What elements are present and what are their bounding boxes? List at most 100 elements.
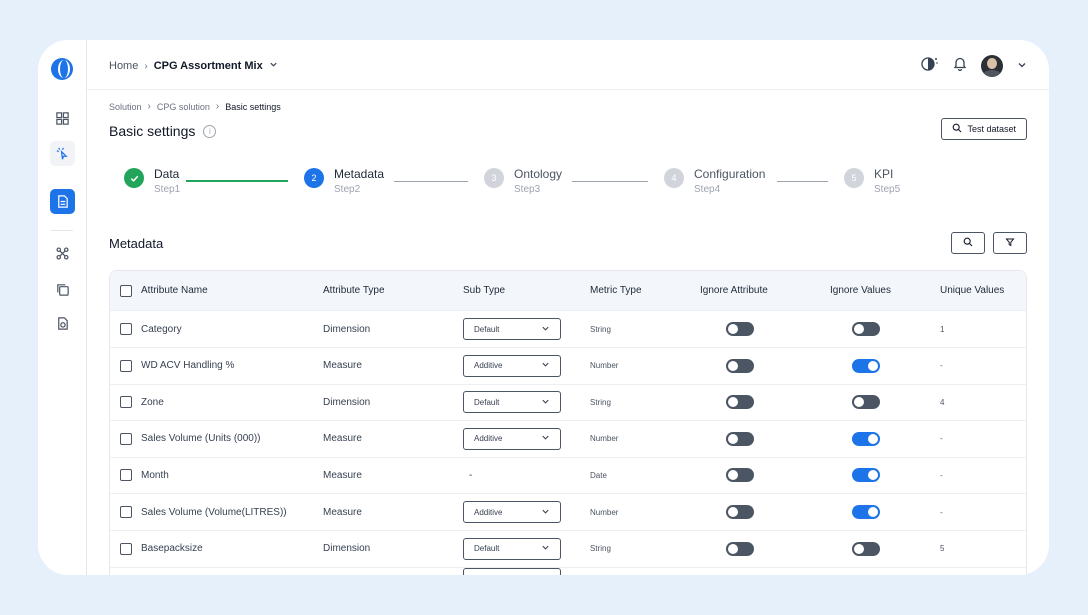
ignore-values-toggle[interactable] (852, 505, 880, 519)
ignore-attribute-toggle[interactable] (726, 322, 754, 336)
column-header[interactable]: Sub Type (463, 271, 505, 310)
sub-type-value: Default (474, 544, 500, 554)
ignore-attribute-toggle[interactable] (726, 358, 754, 373)
step-kpi[interactable]: 5 KPI Step5 (844, 167, 900, 195)
ignore-values-toggle[interactable] (852, 541, 880, 556)
chevron-down-icon (541, 433, 550, 444)
dashboard-grid-icon[interactable] (50, 106, 75, 131)
ignore-attribute-toggle[interactable] (726, 395, 754, 410)
ignore-attribute-toggle[interactable] (726, 505, 754, 519)
copy-pages-icon[interactable] (50, 277, 75, 302)
ignore-values-toggle[interactable] (852, 431, 880, 446)
row-checkbox[interactable] (120, 323, 132, 335)
row-checkbox[interactable] (120, 432, 132, 445)
table-search-button[interactable] (951, 232, 985, 254)
bell-icon[interactable] (953, 56, 967, 76)
column-header[interactable]: Ignore Attribute (700, 271, 768, 310)
spark-cursor-icon[interactable] (50, 141, 75, 166)
topbar-actions (921, 55, 1027, 77)
sub-type-select[interactable]: Additive (463, 501, 561, 523)
row-checkbox[interactable] (120, 359, 132, 372)
sub-type-select[interactable]: Additive (463, 354, 561, 377)
ignore-attribute-toggle[interactable] (726, 431, 754, 446)
sub-type-select[interactable]: Additive (463, 427, 561, 450)
search-icon (963, 234, 973, 252)
theme-toggle-icon[interactable] (921, 56, 939, 77)
column-header[interactable]: Unique Values (940, 271, 1004, 310)
breadcrumb-item-solution[interactable]: Solution (109, 102, 142, 112)
ignore-values-cell (852, 457, 880, 493)
ignore-attribute-toggle[interactable] (726, 468, 754, 483)
column-header[interactable]: Metric Type (590, 271, 642, 310)
project-selector[interactable]: CPG Assortment Mix (154, 60, 263, 72)
column-header[interactable]: Attribute Name (141, 271, 208, 310)
info-icon[interactable]: i (203, 124, 217, 138)
app-logo[interactable] (51, 58, 73, 80)
table-row: Sales Volume (Units (000)) Measure Additiv… (110, 421, 1026, 458)
metric-type: String (590, 544, 611, 554)
network-nodes-icon[interactable] (50, 241, 75, 266)
select-all-checkbox[interactable] (120, 284, 132, 297)
ignore-values-cell (852, 348, 880, 384)
step-number: 3 (484, 168, 504, 188)
report-file-icon[interactable] (50, 311, 75, 336)
page-title-text: Basic settings (109, 123, 196, 139)
row-select-cell (120, 531, 132, 567)
home-link[interactable]: Home (109, 60, 138, 72)
ignore-values-cell (852, 384, 880, 420)
chevron-down-icon (541, 507, 550, 518)
step-connector (186, 180, 288, 182)
step-configuration[interactable]: 4 Configuration Step4 (664, 167, 765, 195)
table-header-row: Attribute Name Attribute Type Sub Type M… (110, 271, 1026, 311)
filter-icon (1005, 234, 1015, 252)
row-checkbox[interactable] (120, 506, 132, 518)
table-row: Month Measure - Date - (110, 457, 1026, 495)
unique-values: 5 (940, 544, 945, 554)
ignore-attribute-cell (726, 384, 754, 420)
ignore-values-toggle[interactable] (852, 395, 880, 410)
row-checkbox[interactable] (120, 469, 132, 482)
unique-values: 4 (940, 397, 945, 407)
metric-type: String (590, 397, 611, 407)
sub-type-select[interactable] (463, 568, 561, 575)
ignore-attribute-toggle[interactable] (726, 541, 754, 556)
account-menu-chevron-icon[interactable] (1017, 57, 1027, 75)
row-checkbox[interactable] (120, 396, 132, 409)
sub-type-cell: Default (463, 531, 561, 567)
row-select-cell (120, 348, 132, 384)
attribute-name: WD ACV Handling % (141, 360, 235, 372)
step-data[interactable]: Data Step1 (124, 167, 180, 195)
sub-type-value: Additive (474, 434, 503, 444)
sub-type-select[interactable]: Default (463, 318, 561, 340)
row-select-cell (120, 457, 132, 493)
metric-type: String (590, 324, 611, 334)
sub-type-select[interactable]: Default (463, 391, 561, 414)
breadcrumb-item-cpg-solution[interactable]: CPG solution (157, 102, 210, 112)
step-ontology[interactable]: 3 Ontology Step3 (484, 167, 562, 195)
ignore-attribute-cell (726, 531, 754, 567)
attribute-type: Dimension (323, 543, 371, 555)
app-window: Home › CPG Assortment Mix Solution › CPG… (38, 40, 1049, 575)
metric-type: Number (590, 361, 619, 371)
sub-type-select[interactable]: Default (463, 537, 561, 560)
ignore-values-toggle[interactable] (852, 322, 880, 336)
ignore-values-toggle[interactable] (852, 468, 880, 483)
attribute-type: Measure (323, 469, 362, 481)
test-dataset-button[interactable]: Test dataset (941, 118, 1027, 140)
table-filter-button[interactable] (993, 232, 1027, 254)
ignore-attribute-cell (726, 457, 754, 493)
section-title: Metadata (109, 236, 164, 251)
ignore-values-cell (852, 421, 880, 457)
ignore-values-toggle[interactable] (852, 358, 880, 373)
sub-type-value: Default (474, 324, 500, 334)
document-icon[interactable] (50, 189, 75, 214)
sub-type-value: Additive (474, 361, 503, 371)
user-avatar[interactable] (981, 55, 1003, 77)
stepper: Data Step1 2 Metadata Step2 3 Ontology S… (124, 167, 924, 203)
row-checkbox[interactable] (120, 542, 132, 555)
chevron-down-icon[interactable] (269, 60, 278, 72)
column-header[interactable]: Ignore Values (830, 271, 891, 310)
column-header[interactable]: Attribute Type (323, 271, 385, 310)
chevron-right-icon: › (147, 101, 151, 112)
step-metadata[interactable]: 2 Metadata Step2 (304, 167, 384, 195)
